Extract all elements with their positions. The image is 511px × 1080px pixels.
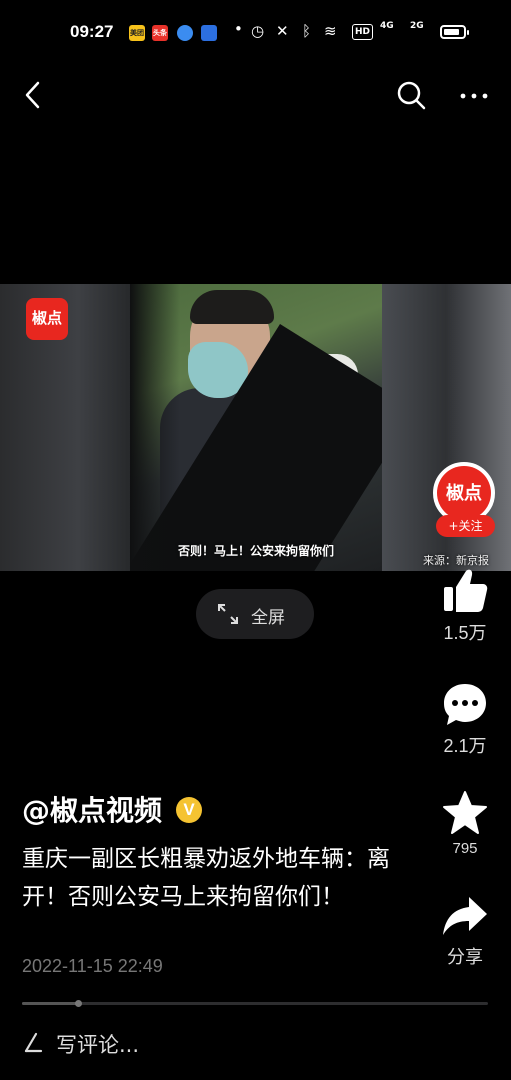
signal-2g-icon: 2G xyxy=(410,21,424,31)
chevron-left-icon xyxy=(25,81,40,109)
video-shadow xyxy=(130,284,180,571)
battery-icon xyxy=(440,25,469,39)
avatar-logo: 椒点 xyxy=(437,466,491,520)
share-button[interactable]: 分享 xyxy=(430,895,500,969)
like-button[interactable]: 1.5万 xyxy=(430,567,500,645)
video-player[interactable]: 椒点 否则！马上！公安来拘留你们 来源：新京报 xyxy=(0,284,511,571)
status-bar: 09:27 美团 头条 • ◷ ✕ ᛒ ≋ HD 4G 2G xyxy=(0,0,511,66)
meituan-icon: 美团 xyxy=(129,25,145,41)
video-progress[interactable] xyxy=(22,1000,488,1007)
more-dots-icon xyxy=(460,93,488,99)
bluetooth-icon: ᛒ xyxy=(302,22,312,40)
search-icon xyxy=(397,81,426,110)
author-name[interactable]: @椒点视频 xyxy=(22,789,162,829)
search-button[interactable] xyxy=(394,78,428,112)
alarm-icon: ◷ xyxy=(251,22,265,40)
man-hair xyxy=(190,290,274,324)
thumbs-up-icon xyxy=(444,569,488,612)
more-button[interactable] xyxy=(456,78,492,112)
verified-badge-icon: V xyxy=(176,797,202,823)
expand-icon xyxy=(218,604,238,624)
video-source: 来源：新京报 xyxy=(423,554,489,567)
dot-icon: • xyxy=(234,20,243,38)
browser-icon xyxy=(177,25,193,41)
comment-button[interactable]: 2.1万 xyxy=(430,682,500,758)
share-arrow-icon xyxy=(443,897,487,935)
fullscreen-button[interactable]: 全屏 xyxy=(196,589,314,639)
mute-icon: ✕ xyxy=(276,22,289,40)
post-date: 2022-11-15 22:49 xyxy=(22,956,163,976)
post-caption: 重庆一副区长粗暴劝返外地车辆：离开！否则公安马上来拘留你们！ xyxy=(22,846,390,910)
progress-knob[interactable] xyxy=(74,1000,82,1007)
video-subtitle: 否则！马上！公安来拘留你们 xyxy=(177,544,334,558)
back-button[interactable] xyxy=(18,78,48,112)
follow-button[interactable]: +关注 xyxy=(436,515,495,537)
comment-count: 2.1万 xyxy=(443,736,487,756)
comment-bubble-icon xyxy=(444,684,486,725)
video-logo: 椒点 xyxy=(26,298,68,340)
comment-input[interactable]: 写评论... xyxy=(56,1029,139,1059)
wifi-icon: ≋ xyxy=(324,22,337,40)
signal-4g-icon: 4G xyxy=(380,21,394,31)
star-icon xyxy=(443,791,487,834)
status-time: 09:27 xyxy=(70,22,114,41)
toutiao-icon: 头条 xyxy=(152,25,168,41)
top-nav xyxy=(0,66,511,126)
app-icon xyxy=(201,25,217,41)
like-count: 1.5万 xyxy=(443,623,487,643)
fullscreen-label: 全屏 xyxy=(251,608,285,628)
progress-fill xyxy=(22,1002,78,1005)
favorite-button[interactable]: 795 xyxy=(430,790,500,857)
comment-bar[interactable]: 写评论... xyxy=(0,1015,511,1080)
share-label: 分享 xyxy=(447,947,483,967)
pen-icon xyxy=(24,1032,43,1053)
hd-badge: HD xyxy=(352,24,374,40)
favorite-count: 795 xyxy=(452,840,478,857)
